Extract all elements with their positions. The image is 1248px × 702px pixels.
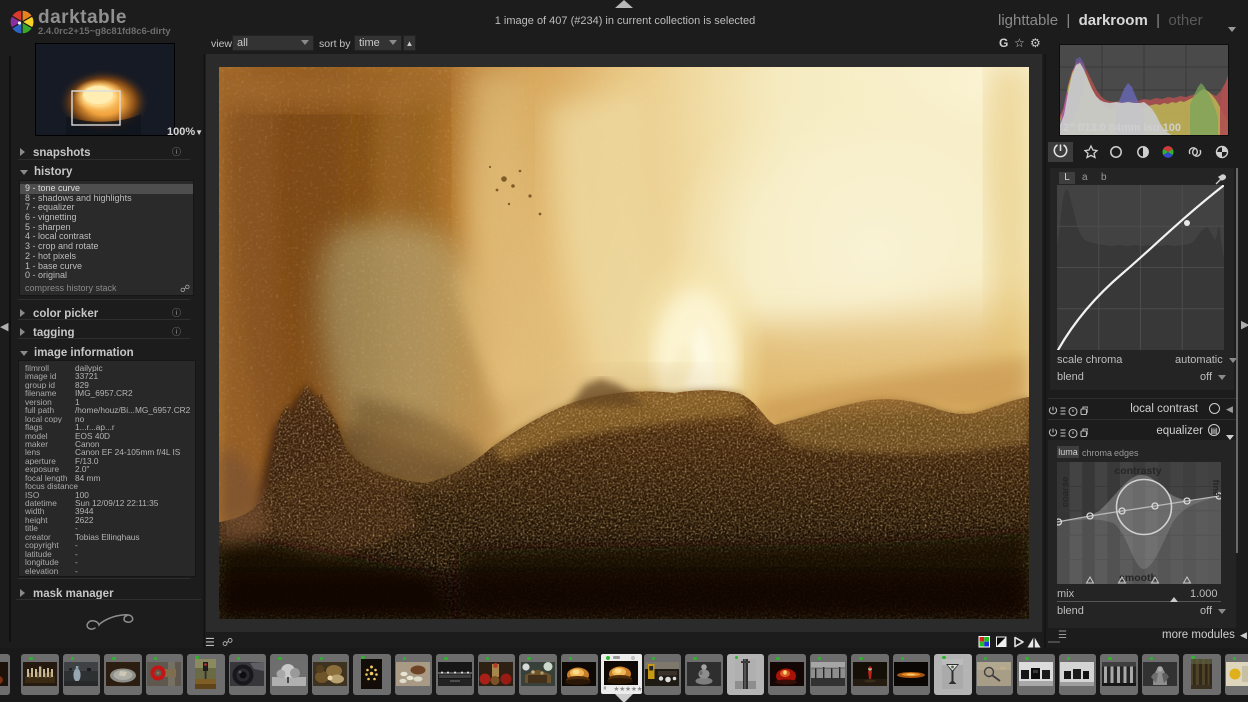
svg-text:coarse: coarse xyxy=(1060,477,1071,508)
svg-text:contrasty: contrasty xyxy=(1114,465,1161,477)
svg-text:fine: fine xyxy=(1210,480,1221,497)
